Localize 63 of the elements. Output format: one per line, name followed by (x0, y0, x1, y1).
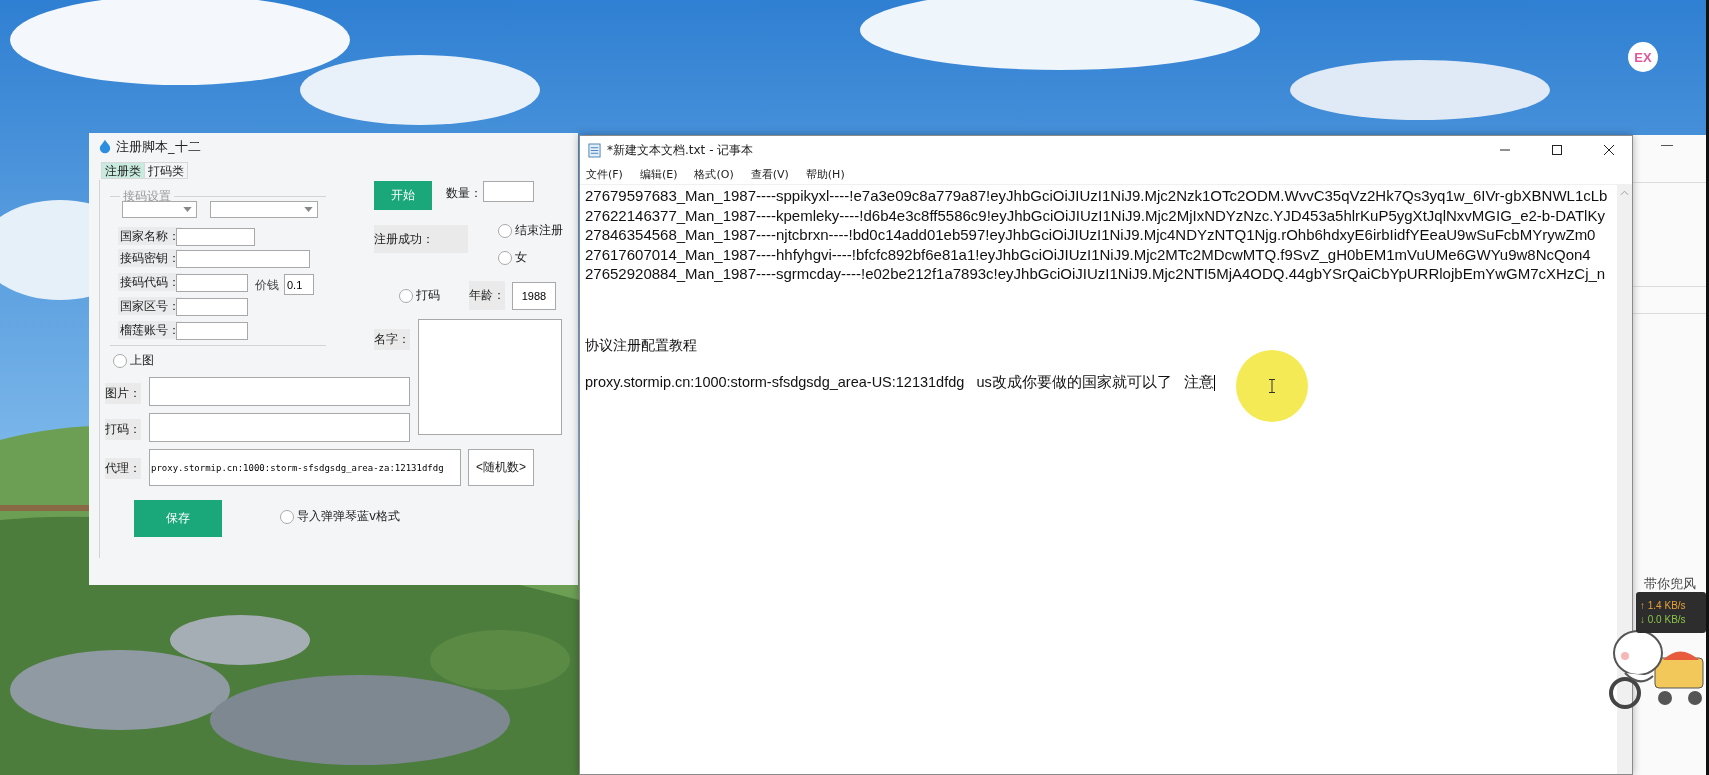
text-line: 27652920884_Man_1987----sgrmcday----!e02be212f1a7893c!eyJhbGciOiJIUzI1NiJ9.Mjc2NTI5MjA4ODQ.44gbYSrQaiCbYpURRlojbEmYwGM7cXHzCj_n (585, 264, 1606, 284)
text-line: 27617607014_Man_1987----hhfyhgvi----!bfcfc892bf6e81a1!eyJhbGciOiJIUzI1NiJ9.Mjc2MTc2MDcwMTQ.f9SvZ_gH0bEM1mVuUMe6GWYu9w8NcQon4 (585, 244, 1591, 264)
sticker-caption: 带你兜风 (1644, 575, 1696, 593)
dropdown[interactable] (122, 201, 197, 218)
notepad-icon (588, 142, 601, 158)
menu-item[interactable]: 查看(V) (750, 166, 789, 182)
captcha-field[interactable] (149, 413, 410, 442)
menu-item[interactable]: 帮助(H) (805, 166, 845, 182)
radio-button[interactable]: 结束注册 (498, 222, 563, 239)
maximize-icon (1552, 145, 1562, 155)
field-label: 数量： (446, 185, 482, 202)
dropdown[interactable] (210, 201, 318, 218)
field-label: 年龄： (469, 281, 505, 310)
text-field[interactable] (176, 274, 248, 292)
text-field[interactable] (176, 298, 248, 316)
field-label: 接码密钥： (118, 249, 182, 267)
random-button[interactable]: <随机数> (468, 449, 534, 486)
minimize-icon[interactable] (1661, 145, 1673, 147)
text-line: 27622146377_Man_1987----kpemleky----!d6b4e3c8ff5586c9!eyJhbGciOiJIUzI1NiJ9.Mjc2MjIxNDYzNzc.YJD453a5hlrKuP5ygXtJqlNxvMGIG_e2-b-DATlKy (585, 205, 1605, 225)
price-field[interactable]: 0.1 (284, 274, 314, 295)
window-title: 注册脚本_十二 (116, 138, 201, 156)
menu-item[interactable]: 格式(O) (694, 166, 734, 182)
field-label: 国家名称： (118, 227, 182, 245)
caret-icon (183, 207, 192, 212)
field-label: 打码： (105, 419, 141, 440)
name-textarea[interactable] (418, 319, 562, 435)
text-field[interactable] (176, 228, 255, 246)
close-icon (1604, 145, 1614, 155)
menu-item[interactable]: 文件(F) (586, 166, 623, 182)
tab[interactable]: 打码类 (144, 162, 188, 179)
proxy-field[interactable]: proxy.stormip.cn:1000:storm-sfsdgsdg_area-za:12131dfdg (149, 449, 461, 486)
field-label: 价钱 (255, 277, 279, 294)
text-line: 27679597683_Man_1987----sppikyxl----!e7a3e09c8a779a87!eyJhbGciOiJIUzI1NiJ9.Mjc2Nzk1OTc2ODM.WvvC35qVz2Hk7Qs3yq1w_6IVr-gbXBNWL1cLb (585, 186, 1608, 206)
download-speed: ↓ 0.0 KB/s (1640, 614, 1687, 625)
text-line: 27846354568_Man_1987----njtcbrxn----!bd0c14add01eb597!eyJhbGciOiJIUzI1NiJ9.Mjc4NDYzNTQ1Njg.rOhb6hdxyE6irbIidfYEeaU9wSuFcbMYrywZm0 (585, 225, 1596, 245)
field-label: 接码代码： (118, 273, 182, 291)
upload-speed: ↑ 1.4 KB/s (1640, 600, 1687, 611)
age-field[interactable]: 1988 (512, 282, 556, 310)
quantity-field[interactable] (483, 181, 534, 202)
flame-icon (99, 139, 111, 154)
text-line: proxy.stormip.cn:1000:storm-sfsdgsdg_area-US:12131dfdg us改成你要做的国家就可以了 注意 (585, 373, 1214, 392)
scrollbar[interactable] (1617, 185, 1632, 774)
field-label: 代理： (105, 458, 141, 479)
field-label: 图片： (105, 383, 141, 404)
radio-button[interactable]: 女 (498, 249, 527, 266)
text-field[interactable] (176, 250, 310, 268)
field-label: 国家区号： (118, 297, 182, 315)
image-field[interactable] (149, 377, 410, 406)
status-label: 注册成功： (374, 225, 468, 253)
text-caret (1213, 374, 1215, 391)
window-title: *新建文本文档.txt - 记事本 (607, 141, 754, 159)
text-cursor-icon (1268, 379, 1276, 393)
radio-button[interactable]: 打码 (399, 287, 440, 304)
field-label: 榴莲账号： (118, 321, 182, 339)
scroll-up-icon[interactable] (1620, 190, 1629, 196)
text-line: 协议注册配置教程 (585, 335, 697, 355)
field-label: 名字： (374, 329, 410, 350)
text-field[interactable] (176, 322, 248, 340)
caret-icon (304, 207, 313, 212)
menu-item[interactable]: 编辑(E) (639, 166, 678, 182)
radio-button[interactable]: 上图 (113, 352, 154, 369)
radio-button[interactable]: 导入弹弹琴蓝v格式 (280, 508, 401, 525)
tab[interactable]: 注册类 (101, 162, 145, 179)
